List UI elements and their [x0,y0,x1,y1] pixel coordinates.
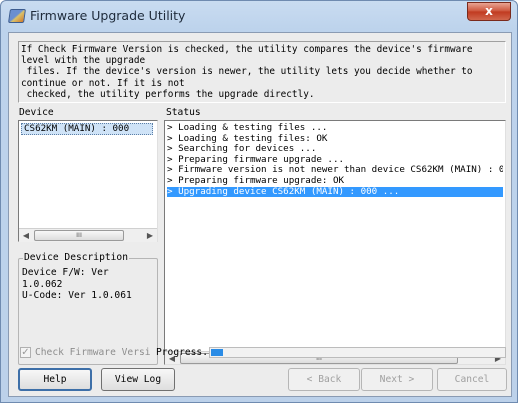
title-bar[interactable]: Firmware Upgrade Utility x [1,1,517,31]
check-firmware-label: Check Firmware Versi [35,347,151,358]
scroll-left-arrow-icon[interactable]: ◀ [19,229,33,242]
device-header: Device [19,107,54,118]
scroll-right-arrow-icon[interactable]: ▶ [143,229,157,242]
status-line[interactable]: > Firmware version is not newer than dev… [167,165,503,176]
view-log-button[interactable]: View Log [101,368,175,391]
device-description-text: Device F/W: Ver 1.0.062 U-Code: Ver 1.0.… [22,267,132,301]
device-description-title: Device Description [23,252,129,263]
device-list[interactable]: CS62KM (MAIN) : 000 ◀ III ▶ [18,120,158,242]
firmware-upgrade-window: Firmware Upgrade Utility x If Check Firm… [0,0,518,403]
device-list-scrollbar[interactable]: ◀ III ▶ [19,228,157,242]
status-line[interactable]: > Loading & testing files: OK [167,134,503,145]
status-line[interactable]: > Preparing firmware upgrade: OK [167,176,503,187]
dialog-client-area: If Check Firmware Version is checked, th… [8,32,512,397]
status-list[interactable]: > Loading & testing files ... > Loading &… [164,120,506,365]
status-line[interactable]: > Preparing firmware upgrade ... [167,155,503,166]
upgrade-description-text: If Check Firmware Version is checked, th… [18,41,506,103]
status-line[interactable]: > Upgrading device CS62KM (MAIN) : 000 .… [167,186,503,198]
status-line[interactable]: > Searching for devices ... [167,144,503,155]
progress-bar-fill [211,349,223,356]
progress-label: Progress. [156,347,208,358]
help-button[interactable]: Help [18,368,92,391]
back-button[interactable]: < Back [288,368,360,391]
status-header: Status [166,107,201,118]
progress-bar [209,347,506,358]
scroll-thumb[interactable]: III [34,230,124,241]
status-line[interactable]: > Loading & testing files ... [167,123,503,134]
check-firmware-checkbox[interactable]: ✓ [20,347,31,358]
close-button[interactable]: x [467,2,511,21]
window-title: Firmware Upgrade Utility [30,8,186,23]
app-icon [8,9,26,23]
device-list-item[interactable]: CS62KM (MAIN) : 000 [21,123,153,135]
cancel-button[interactable]: Cancel [437,368,507,391]
next-button[interactable]: Next > [361,368,433,391]
